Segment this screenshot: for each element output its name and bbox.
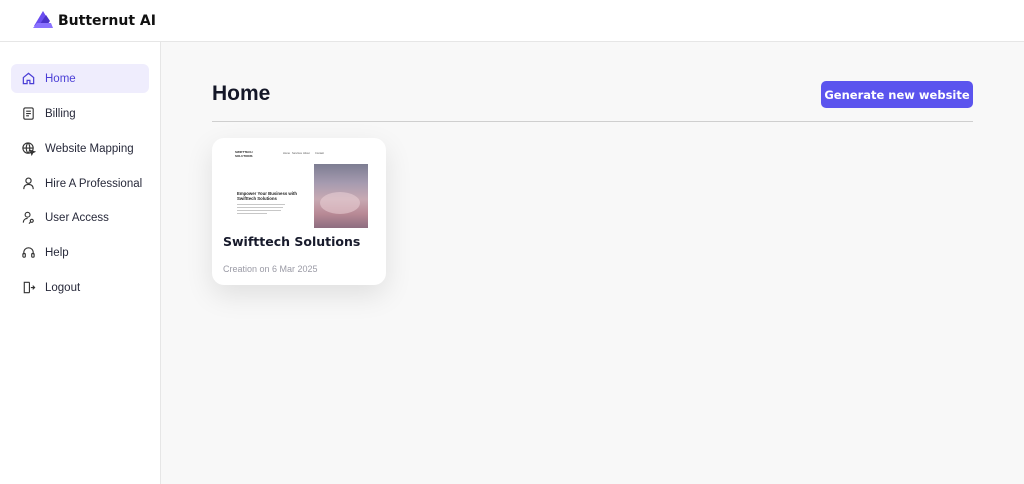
sidebar-item-label: Logout: [45, 281, 81, 294]
globe-cursor-icon: [21, 141, 36, 156]
website-card[interactable]: SWIFTTECH SOLUTIONS Home Services About …: [212, 138, 386, 285]
website-creation-date: Creation on 6 Mar 2025: [223, 264, 318, 274]
website-title: Swifttech Solutions: [223, 234, 361, 249]
sidebar-item-home[interactable]: Home: [11, 64, 149, 93]
sidebar-item-label: Help: [45, 246, 69, 259]
app-name: Butternut AI: [58, 13, 156, 29]
sidebar-item-label: User Access: [45, 211, 109, 224]
sidebar-item-label: Home: [45, 72, 76, 85]
sidebar: Home Billing Website Mapping Hire A Prof…: [0, 42, 161, 484]
person-icon: [21, 176, 36, 191]
divider: [212, 121, 973, 122]
sidebar-item-label: Hire A Professional: [45, 177, 143, 190]
user-key-icon: [21, 210, 36, 225]
preview-nav-item: Home: [283, 152, 290, 155]
page-title: Home: [212, 82, 271, 105]
sidebar-item-user-access[interactable]: User Access: [11, 203, 149, 232]
sidebar-item-website-mapping[interactable]: Website Mapping: [11, 134, 149, 163]
sidebar-item-help[interactable]: Help: [11, 238, 149, 267]
headset-icon: [21, 245, 36, 260]
preview-hero-image: [314, 164, 368, 228]
sidebar-item-logout[interactable]: Logout: [11, 273, 149, 302]
preview-nav-item: Contact: [315, 152, 324, 155]
logout-icon: [21, 280, 36, 295]
preview-nav-item: Services: [292, 152, 302, 155]
sidebar-item-label: Website Mapping: [45, 142, 134, 155]
generate-new-website-button[interactable]: Generate new website: [821, 81, 973, 108]
brand[interactable]: Butternut AI: [31, 9, 156, 33]
sidebar-item-hire-a-professional[interactable]: Hire A Professional: [11, 169, 149, 198]
preview-nav-item: About: [303, 152, 310, 155]
sidebar-item-label: Billing: [45, 107, 76, 120]
receipt-icon: [21, 106, 36, 121]
butternut-logo-icon: [31, 8, 55, 35]
home-icon: [21, 71, 36, 86]
sidebar-item-billing[interactable]: Billing: [11, 99, 149, 128]
preview-headline: Empower Your Business with Swifttech Sol…: [237, 191, 298, 201]
website-preview-thumbnail: SWIFTTECH SOLUTIONS Home Services About …: [224, 144, 374, 234]
preview-body-lines: [237, 204, 287, 216]
preview-logo: SWIFTTECH SOLUTIONS: [235, 150, 253, 158]
top-bar: Butternut AI: [0, 0, 1024, 42]
